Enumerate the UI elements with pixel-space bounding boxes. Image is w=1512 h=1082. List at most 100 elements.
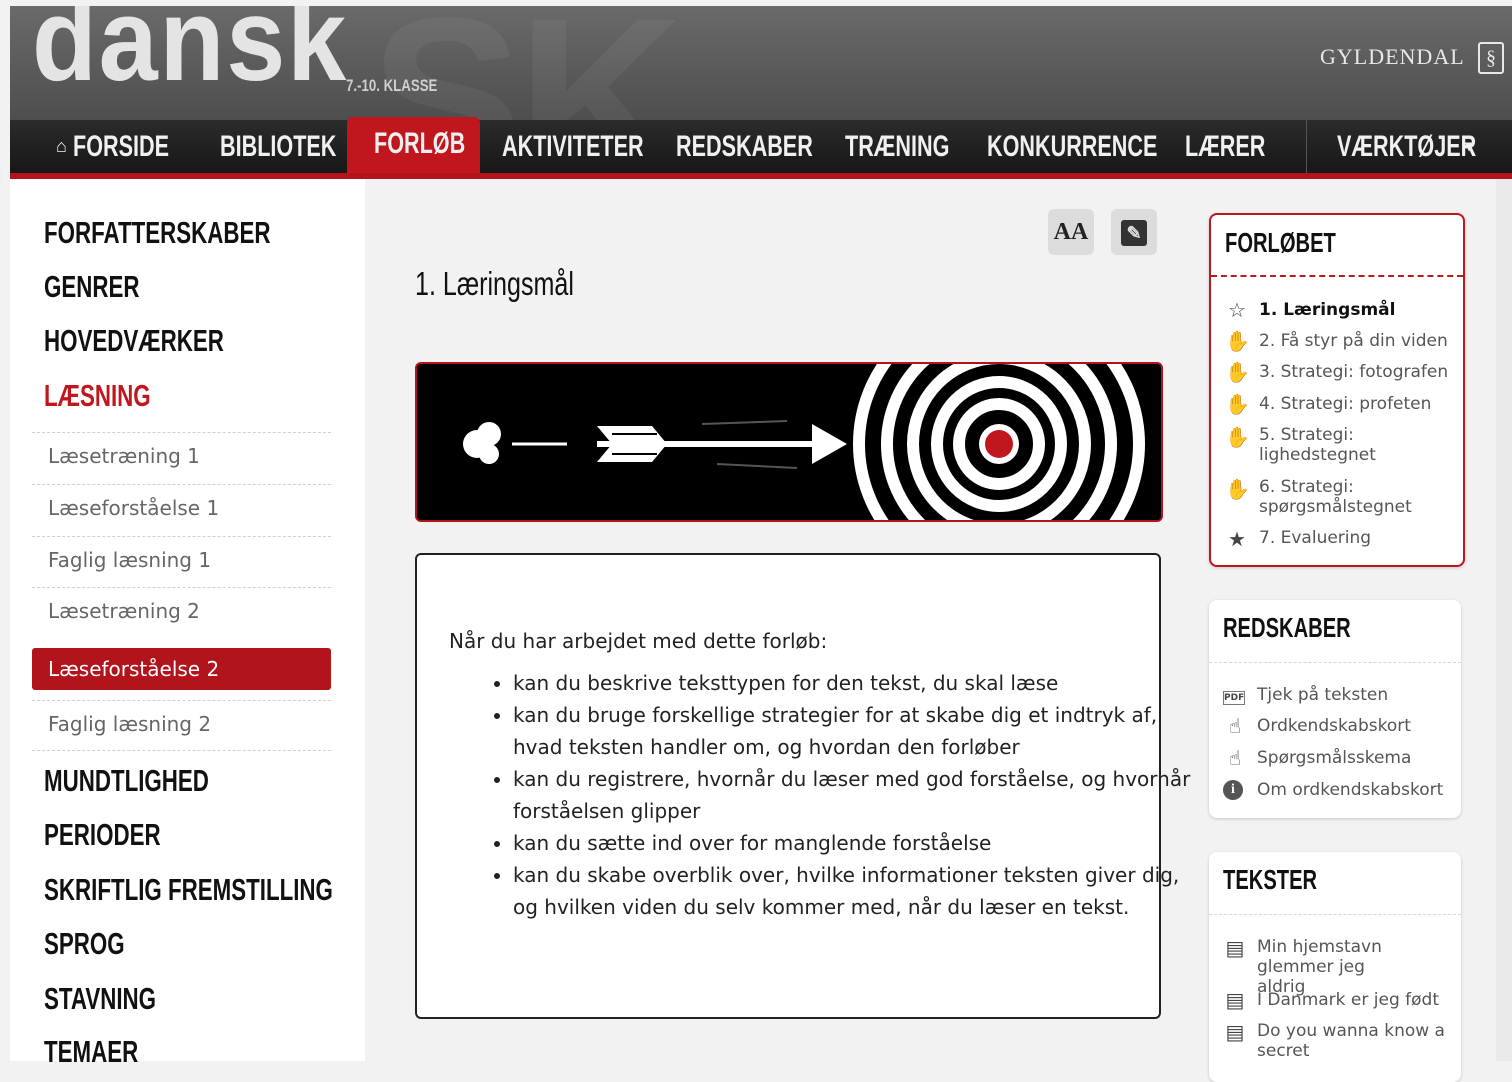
nav-item-forside[interactable]: ⌂ FORSIDE <box>56 120 206 173</box>
nav-label: FORLØB <box>374 127 466 160</box>
nav-label: FORSIDE <box>72 130 169 163</box>
list-item: kan du skabe overblik over, hvilke infor… <box>513 859 1193 923</box>
font-size-icon: AA <box>1053 219 1089 245</box>
hand-icon: ✋ <box>1225 425 1250 449</box>
star-filled-icon: ★ <box>1228 527 1246 551</box>
hand-icon: ✋ <box>1225 392 1250 416</box>
publisher-name[interactable]: GYLDENDAL <box>1320 44 1465 70</box>
panel-divider <box>1209 914 1461 915</box>
main-navigation: ⌂ FORSIDE BIBLIOTEK FORLØB AKTIVITETER RE… <box>10 117 1512 179</box>
sidebar-item-laesetraening-2[interactable]: Læsetræning 2 <box>32 587 331 638</box>
sidebar-item-label: Faglig læsning 2 <box>48 712 212 736</box>
nav-label: TRÆNING <box>845 130 950 163</box>
font-size-button[interactable]: AA <box>1048 209 1094 255</box>
panel-divider <box>1209 662 1461 663</box>
page-title: 1. Læringsmål <box>415 265 574 302</box>
sidebar-item-laesetraening-1[interactable]: Læsetræning 1 <box>32 432 331 483</box>
touch-icon: ☝ <box>1228 714 1242 738</box>
sidebar-item-label: Læsetræning 2 <box>48 599 200 623</box>
learning-goals-list: kan du beskrive teksttypen for den tekst… <box>457 667 1193 923</box>
site-header: SK dansk 7.-10. KLASSE GYLDENDAL § <box>10 6 1512 120</box>
nav-item-laerer[interactable]: LÆRER <box>1185 120 1297 173</box>
tekster-panel: TEKSTER ▤ Min hjemstavn glemmer jeg aldr… <box>1209 852 1461 1082</box>
tekst-item-min-hjemstavn[interactable]: Min hjemstavn glemmer jeg aldrig <box>1257 937 1397 997</box>
star-outline-icon: ☆ <box>1228 298 1246 322</box>
forloeb-item-5[interactable]: 5. Strategi: lighedstegnet <box>1259 425 1379 465</box>
forloeb-item-7[interactable]: 7. Evaluering <box>1259 528 1459 548</box>
main-content: AA ✎ 1. Læringsmål Når du har arbejdet m… <box>365 179 1195 1061</box>
sidebar-item-faglig-laesning-1[interactable]: Faglig læsning 1 <box>32 536 331 587</box>
sidebar-divider <box>32 750 331 752</box>
tekst-item-do-you-wanna-know[interactable]: Do you wanna know a secret <box>1257 1021 1447 1061</box>
page-scrollbar[interactable] <box>1496 179 1512 1061</box>
redskab-item-om-ordkendskabskort[interactable]: Om ordkendskabskort <box>1257 780 1457 800</box>
arrow-target-illustration <box>417 364 1161 520</box>
nav-item-forloeb[interactable]: FORLØB <box>347 117 480 173</box>
nav-label: VÆRKTØJER <box>1337 130 1477 163</box>
forloeb-item-6[interactable]: 6. Strategi: spørgsmålstegnet <box>1259 477 1412 517</box>
sidebar-item-label: Læseforståelse 2 <box>48 657 220 681</box>
nav-label: LÆRER <box>1185 130 1266 163</box>
header-background-decoration: SK <box>370 6 684 120</box>
sidebar-heading-hovedvaerker[interactable]: HOVEDVÆRKER <box>44 323 294 359</box>
document-icon: ▤ <box>1225 1020 1245 1044</box>
sidebar-heading-laesning[interactable]: LÆSNING <box>44 378 192 414</box>
sidebar-item-label: Læsetræning 1 <box>48 444 200 468</box>
nav-item-redskaber[interactable]: REDSKABER <box>676 120 866 173</box>
document-icon: ▤ <box>1225 936 1245 960</box>
sidebar-heading-sprog[interactable]: SPROG <box>44 926 156 962</box>
redskaber-panel: REDSKABER PDF Tjek på teksten ☝ Ordkends… <box>1209 600 1461 818</box>
nav-divider <box>1306 120 1307 173</box>
pdf-icon: PDF <box>1223 691 1245 705</box>
forloebet-panel: FORLØBET ☆ 1. Læringsmål ✋ 2. Få styr på… <box>1209 213 1465 567</box>
hand-icon: ✋ <box>1225 477 1250 501</box>
learning-goals-box: Når du har arbejdet med dette forløb: ka… <box>415 553 1190 1019</box>
panel-title: TEKSTER <box>1223 864 1318 895</box>
nav-label: REDSKABER <box>676 130 813 163</box>
list-item: kan du registrere, hvornår du læser med … <box>513 763 1193 827</box>
sidebar-heading-perioder[interactable]: PERIODER <box>44 817 206 853</box>
panel-title: FORLØBET <box>1225 227 1336 258</box>
site-logo[interactable]: dansk <box>32 6 348 108</box>
list-item: kan du sætte ind over for manglende fors… <box>513 827 1193 859</box>
nav-item-aktiviteter[interactable]: AKTIVITETER <box>502 120 699 173</box>
sidebar-heading-mundtlighed[interactable]: MUNDTLIGHED <box>44 763 273 799</box>
document-icon: ▤ <box>1225 988 1245 1012</box>
hand-icon: ✋ <box>1225 329 1250 353</box>
touch-icon: ☝ <box>1228 746 1242 770</box>
redskab-item-ordkendskabskort[interactable]: Ordkendskabskort <box>1257 716 1457 736</box>
info-icon: i <box>1223 780 1243 800</box>
sidebar-heading-temaer[interactable]: TEMAER <box>44 1034 175 1070</box>
list-item: kan du beskrive teksttypen for den tekst… <box>513 667 1193 699</box>
redskab-item-spoergsmaalsskema[interactable]: Spørgsmålsskema <box>1257 748 1457 768</box>
house-icon: ⌂ <box>56 136 67 156</box>
forloeb-item-1[interactable]: 1. Læringsmål <box>1259 300 1459 320</box>
sidebar-item-faglig-laesning-2[interactable]: Faglig læsning 2 <box>32 700 331 751</box>
sidebar-heading-forfatterskaber[interactable]: FORFATTERSKABER <box>44 215 359 251</box>
edit-notes-button[interactable]: ✎ <box>1111 209 1157 255</box>
chevron-down-icon: ▾ <box>1465 138 1474 155</box>
target-arrow-banner-image <box>415 362 1163 522</box>
sidebar-heading-stavning[interactable]: STAVNING <box>44 981 200 1017</box>
sidebar-heading-genrer[interactable]: GENRER <box>44 269 177 305</box>
redskab-item-tjek-paa-teksten[interactable]: Tjek på teksten <box>1257 685 1457 705</box>
forloeb-item-2[interactable]: 2. Få styr på din viden <box>1259 331 1459 351</box>
tekst-item-i-danmark-er-jeg-foedt[interactable]: I Danmark er jeg født <box>1257 990 1457 1010</box>
nav-item-vaerktoejer[interactable]: VÆRKTØJER ▾ <box>1337 120 1512 173</box>
site-subtitle: 7.-10. KLASSE <box>346 76 438 95</box>
learning-goals-intro: Når du har arbejdet med dette forløb: <box>449 629 828 653</box>
sidebar-item-label: Læseforståelse 1 <box>48 496 220 520</box>
nav-item-traening[interactable]: TRÆNING <box>845 120 990 173</box>
panel-title: REDSKABER <box>1223 612 1351 643</box>
forloeb-item-3[interactable]: 3. Strategi: fotografen <box>1259 362 1459 382</box>
panel-divider <box>1211 275 1463 277</box>
sidebar-item-laeseforstaaelse-2[interactable]: Læseforståelse 2 <box>32 648 331 690</box>
left-sidebar: FORFATTERSKABER GENRER HOVEDVÆRKER LÆSNI… <box>10 179 365 1069</box>
sidebar-item-laeseforstaaelse-1[interactable]: Læseforståelse 1 <box>32 484 331 535</box>
nav-label: KONKURRENCE <box>987 130 1158 163</box>
nav-label: AKTIVITETER <box>502 130 644 163</box>
list-item: kan du bruge forskellige strategier for … <box>513 699 1193 763</box>
forloeb-item-4[interactable]: 4. Strategi: profeten <box>1259 394 1459 414</box>
sidebar-item-label: Faglig læsning 1 <box>48 548 212 572</box>
gyldendal-logo-icon[interactable]: § <box>1478 42 1504 74</box>
